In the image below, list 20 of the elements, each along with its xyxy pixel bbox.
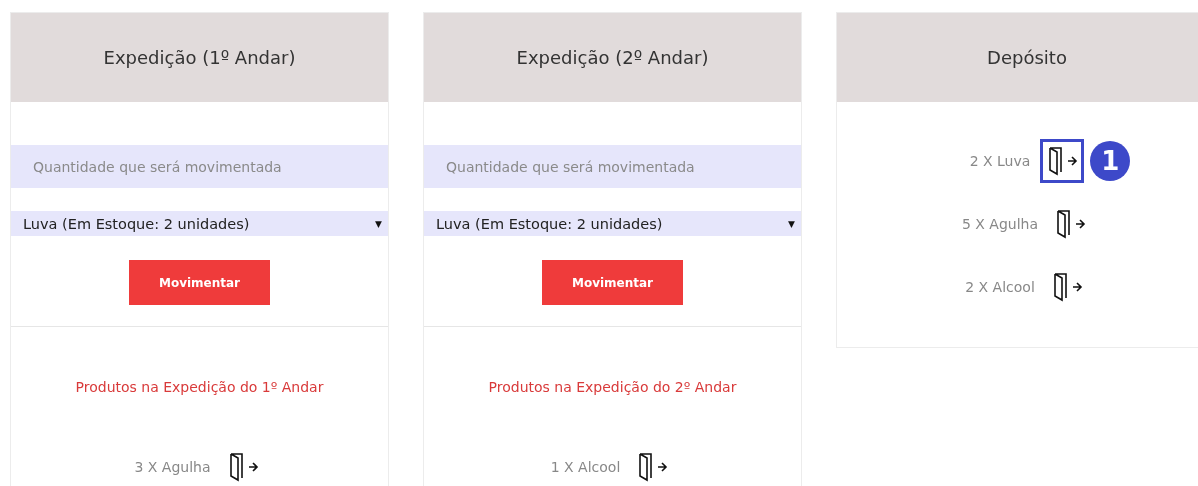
product-select[interactable]: Luva (Em Estoque: 2 unidades) ▼ bbox=[11, 211, 388, 236]
product-count: 5 X Agulha bbox=[961, 216, 1039, 232]
exit-door-icon[interactable] bbox=[1054, 208, 1087, 240]
panel-title: Expedição (1º Andar) bbox=[11, 13, 388, 102]
quantity-field[interactable]: Quantidade que será movimentada bbox=[424, 145, 801, 188]
panel-title: Expedição (2º Andar) bbox=[424, 13, 801, 102]
list-title: Produtos na Expedição do 2º Andar bbox=[487, 379, 738, 395]
product-count: 3 X Agulha bbox=[134, 459, 211, 475]
product-count: 1 X Alcool bbox=[550, 459, 621, 475]
exit-door-icon[interactable] bbox=[636, 451, 669, 483]
product-count: 2 X Luva bbox=[969, 153, 1031, 169]
product-select[interactable]: Luva (Em Estoque: 2 unidades) ▼ bbox=[424, 211, 801, 236]
step-badge: 1 bbox=[1090, 141, 1131, 181]
panel-title: Depósito bbox=[837, 13, 1198, 102]
move-button[interactable]: Movimentar bbox=[129, 260, 270, 305]
exit-door-icon[interactable] bbox=[1046, 145, 1079, 177]
product-count: 2 X Alcool bbox=[965, 279, 1035, 295]
quantity-field[interactable]: Quantidade que será movimentada bbox=[11, 145, 388, 188]
list-title: Produtos na Expedição do 1º Andar bbox=[74, 379, 325, 395]
move-button[interactable]: Movimentar bbox=[542, 260, 683, 305]
